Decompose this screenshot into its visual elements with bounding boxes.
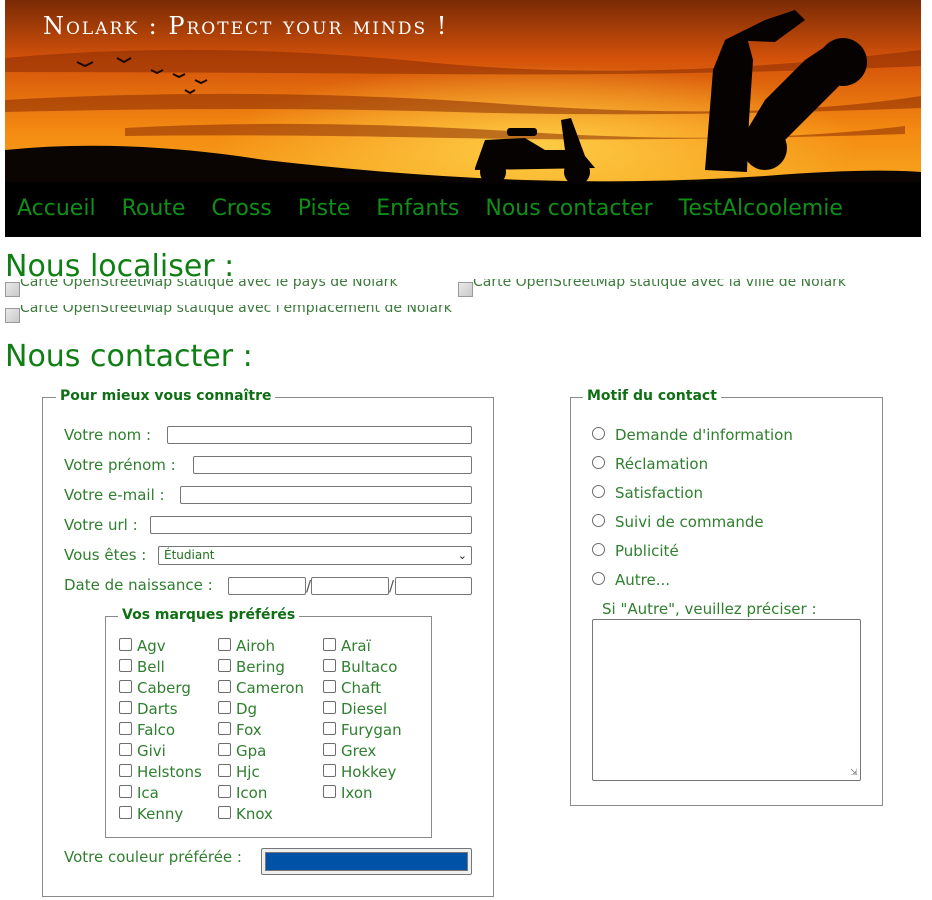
brand-checkbox[interactable]: Bell: [119, 658, 165, 676]
identity-legend: Pour mieux vous connaître: [56, 388, 276, 404]
birth-day-input[interactable]: [228, 577, 306, 595]
nav-test-alcoolemie[interactable]: TestAlcoolemie: [679, 196, 843, 221]
brand-checkbox[interactable]: Bultaco: [323, 658, 397, 676]
nav-route[interactable]: Route: [122, 196, 186, 221]
url-label: Votre url :: [64, 516, 138, 534]
date-separator: /: [389, 577, 395, 595]
statut-label: Vous êtes :: [64, 546, 147, 564]
email-input[interactable]: [180, 486, 472, 504]
brand-checkbox[interactable]: Airoh: [218, 637, 275, 655]
brand-checkbox[interactable]: Gpa: [218, 742, 266, 760]
prenom-label: Votre prénom :: [64, 456, 176, 474]
brand-checkbox[interactable]: Helstons: [119, 763, 202, 781]
motif-radio-suivi[interactable]: Suivi de commande: [592, 513, 764, 531]
brand-checkbox[interactable]: Cameron: [218, 679, 304, 697]
nav-accueil[interactable]: Accueil: [17, 196, 96, 221]
color-swatch: [265, 852, 468, 871]
brand-checkbox[interactable]: Chaft: [323, 679, 381, 697]
autre-label: Si "Autre", veuillez préciser :: [602, 600, 817, 618]
motif-radio-reclamation[interactable]: Réclamation: [592, 455, 708, 473]
brand-checkbox[interactable]: Bering: [218, 658, 285, 676]
motif-radio-publicite[interactable]: Publicité: [592, 542, 679, 560]
nav-enfants[interactable]: Enfants: [376, 196, 459, 221]
brand-checkbox[interactable]: Caberg: [119, 679, 191, 697]
nav-nous-contacter[interactable]: Nous contacter: [485, 196, 652, 221]
marques-legend: Vos marques préférés: [118, 607, 300, 623]
couleur-label: Votre couleur préférée :: [64, 848, 242, 866]
birth-year-input[interactable]: [395, 577, 472, 595]
resize-grip-icon[interactable]: ⇲: [850, 769, 858, 778]
brand-checkbox[interactable]: Darts: [119, 700, 178, 718]
brand-checkbox[interactable]: Hjc: [218, 763, 260, 781]
statut-value: Étudiant: [164, 548, 215, 562]
motif-radio-satisfaction[interactable]: Satisfaction: [592, 484, 703, 502]
brand-checkbox[interactable]: Agv: [119, 637, 166, 655]
nom-input[interactable]: [167, 426, 472, 444]
header-banner: Nolark : Protect your minds ! Accueil Ro…: [5, 0, 921, 237]
naissance-label: Date de naissance :: [64, 576, 213, 594]
birth-month-input[interactable]: [311, 577, 389, 595]
prenom-input[interactable]: [193, 456, 472, 474]
nav-piste[interactable]: Piste: [298, 196, 351, 221]
motif-radio-autre[interactable]: Autre...: [592, 571, 670, 589]
motif-radio-information[interactable]: Demande d'information: [592, 426, 793, 444]
statut-select[interactable]: Étudiant ⌄: [158, 546, 472, 565]
brand-checkbox[interactable]: Ixon: [323, 784, 373, 802]
email-label: Votre e-mail :: [64, 486, 165, 504]
brand-checkbox[interactable]: Grex: [323, 742, 376, 760]
map-city-image: Carte OpenStreetMap statique avec la vil…: [458, 279, 903, 297]
broken-image-icon: [458, 282, 473, 297]
brand-checkbox[interactable]: Fox: [218, 721, 262, 739]
brand-checkbox[interactable]: Diesel: [323, 700, 387, 718]
brand-checkbox[interactable]: Kenny: [119, 805, 183, 823]
map-location-image: Carte OpenStreetMap statique avec l'empl…: [5, 305, 525, 323]
url-input[interactable]: [150, 516, 472, 534]
brand-checkbox[interactable]: Hokkey: [323, 763, 396, 781]
brand-checkbox[interactable]: Furygan: [323, 721, 402, 739]
brand-checkbox[interactable]: Knox: [218, 805, 273, 823]
brand-checkbox[interactable]: Dg: [218, 700, 257, 718]
broken-image-icon: [5, 282, 20, 297]
brand-title: Nolark : Protect your minds !: [43, 12, 449, 40]
autre-textarea[interactable]: [592, 619, 861, 781]
color-picker[interactable]: [261, 848, 472, 875]
contact-title: Nous contacter :: [5, 339, 253, 374]
brand-checkbox[interactable]: Ica: [119, 784, 159, 802]
brand-checkbox[interactable]: Falco: [119, 721, 175, 739]
brand-checkbox[interactable]: Araï: [323, 637, 371, 655]
motif-legend: Motif du contact: [583, 388, 721, 404]
chevron-down-icon: ⌄: [457, 549, 467, 562]
map-country-image: Carte OpenStreetMap statique avec le pay…: [5, 279, 453, 297]
broken-image-icon: [5, 308, 20, 323]
nom-label: Votre nom :: [64, 426, 152, 444]
brand-checkbox[interactable]: Icon: [218, 784, 267, 802]
brand-checkbox[interactable]: Givi: [119, 742, 166, 760]
nav-cross[interactable]: Cross: [211, 196, 271, 221]
main-nav: Accueil Route Cross Piste Enfants Nous c…: [17, 196, 869, 221]
